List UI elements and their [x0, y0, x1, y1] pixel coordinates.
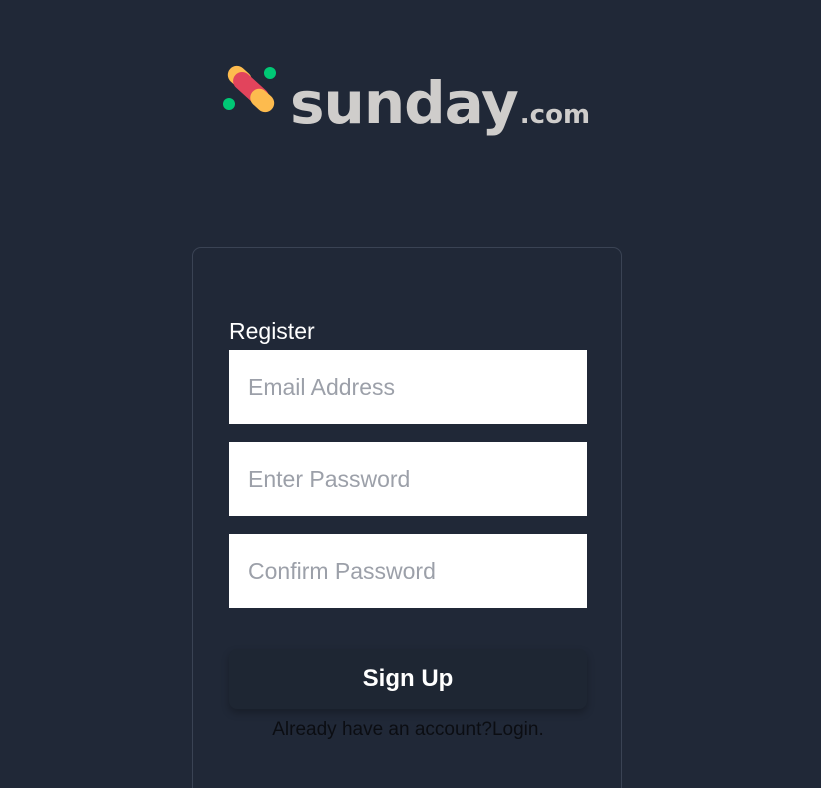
register-page: sunday .com Register Sign Up Already hav…	[0, 0, 821, 788]
login-prompt: Already have an account?Login.	[229, 719, 587, 741]
login-prompt-text: Already have an account?	[272, 719, 492, 740]
register-title: Register	[229, 318, 315, 344]
sunday-logo-icon	[222, 58, 280, 120]
email-field[interactable]	[229, 350, 587, 424]
logo-wordmark: sunday .com	[290, 74, 590, 132]
logo-name: sunday	[290, 69, 519, 137]
sign-up-button[interactable]: Sign Up	[229, 649, 587, 709]
password-field[interactable]	[229, 442, 587, 516]
brand-logo[interactable]: sunday .com	[222, 52, 590, 132]
logo-suffix: .com	[519, 100, 591, 130]
confirm-password-field[interactable]	[229, 534, 587, 608]
login-trailing-text: .	[538, 719, 544, 740]
login-link[interactable]: Login	[492, 719, 539, 740]
